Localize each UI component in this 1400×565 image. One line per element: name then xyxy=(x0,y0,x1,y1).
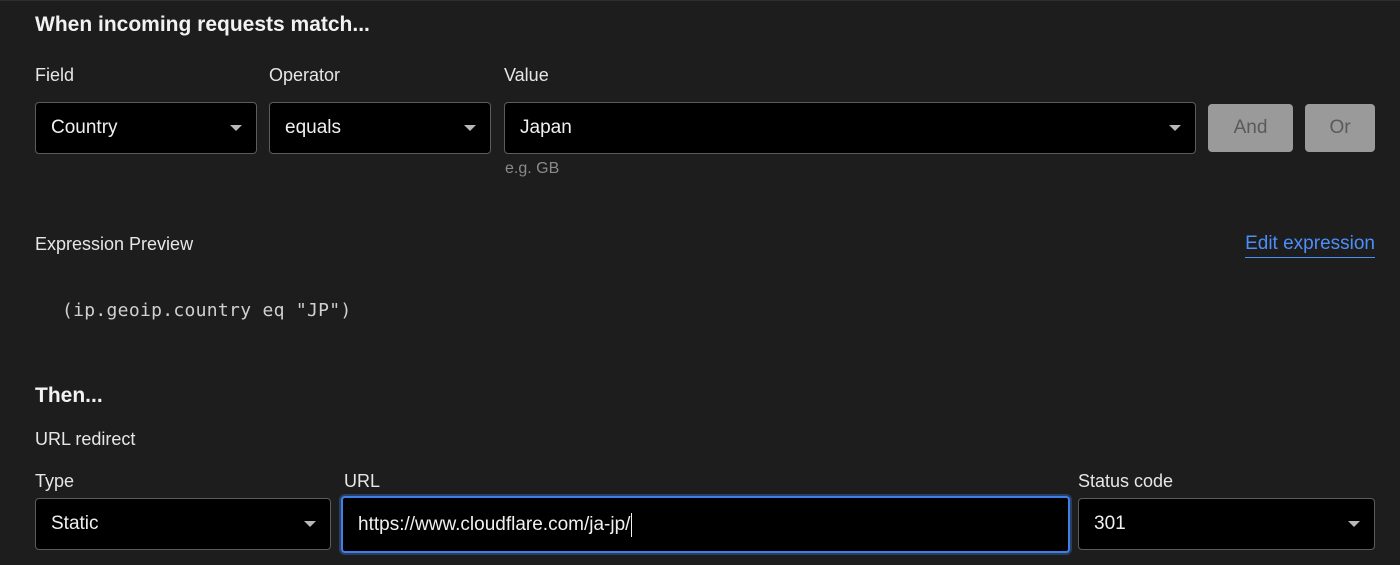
operator-select-value: equals xyxy=(285,117,341,138)
field-select-value: Country xyxy=(51,117,118,138)
text-cursor xyxy=(631,512,633,537)
type-select[interactable]: Static xyxy=(35,498,331,550)
field-select[interactable]: Country xyxy=(35,102,257,154)
edit-expression-link[interactable]: Edit expression xyxy=(1245,233,1375,258)
caret-down-icon xyxy=(230,125,242,131)
url-input[interactable]: https://www.cloudflare.com/ja-jp/ xyxy=(341,496,1070,553)
or-button[interactable]: Or xyxy=(1305,104,1375,152)
url-input-value: https://www.cloudflare.com/ja-jp/ xyxy=(358,513,631,535)
caret-down-icon xyxy=(1169,125,1181,131)
status-code-select[interactable]: 301 xyxy=(1078,498,1375,550)
operator-select[interactable]: equals xyxy=(269,102,491,154)
expression-preview-label: Expression Preview xyxy=(35,234,194,254)
type-label: Type xyxy=(35,471,75,491)
value-label: Value xyxy=(504,65,549,85)
caret-down-icon xyxy=(304,521,316,527)
action-label: URL redirect xyxy=(35,429,136,449)
then-heading: Then... xyxy=(35,384,103,407)
url-label: URL xyxy=(344,471,381,491)
value-select-value: Japan xyxy=(520,117,572,138)
field-label: Field xyxy=(35,65,75,85)
rule-editor: When incoming requests match... Field Op… xyxy=(0,0,1400,565)
match-heading: When incoming requests match... xyxy=(35,13,370,36)
operator-label: Operator xyxy=(269,65,341,85)
value-hint: e.g. GB xyxy=(505,160,560,177)
caret-down-icon xyxy=(464,125,476,131)
status-code-label: Status code xyxy=(1078,471,1174,491)
and-button[interactable]: And xyxy=(1208,104,1293,152)
expression-code: (ip.geoip.country eq "JP") xyxy=(62,300,352,321)
type-select-value: Static xyxy=(51,513,99,534)
status-code-select-value: 301 xyxy=(1094,513,1126,534)
value-select[interactable]: Japan xyxy=(504,102,1196,154)
caret-down-icon xyxy=(1348,521,1360,527)
